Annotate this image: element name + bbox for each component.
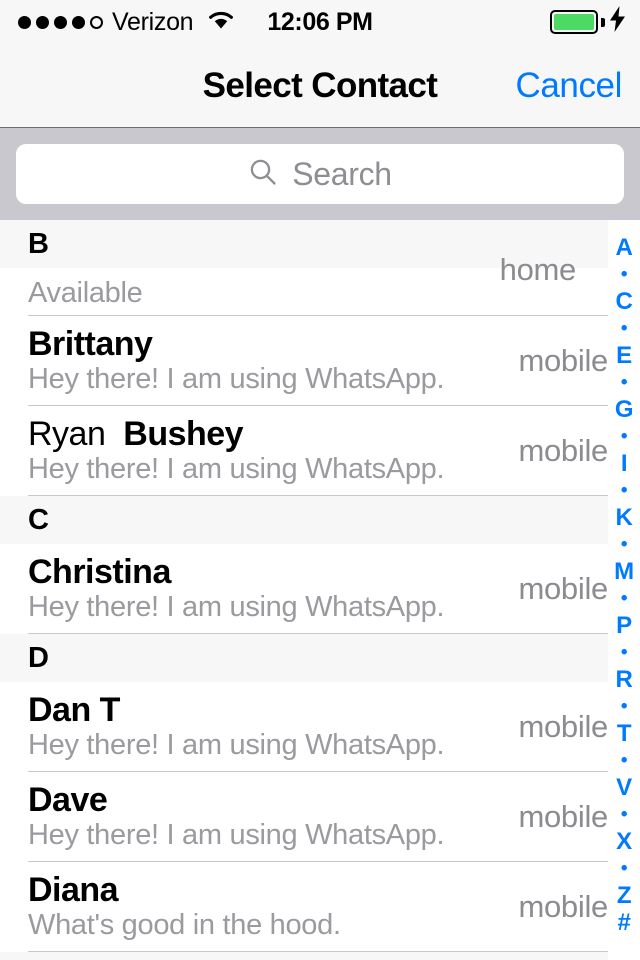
contact-name-single: Dave <box>28 781 108 820</box>
navigation-bar: Select Contact Cancel <box>0 44 640 128</box>
contact-row[interactable]: Dan T Hey there! I am using WhatsApp. mobi… <box>0 682 640 772</box>
section-header: H <box>0 952 608 960</box>
index-letter-x[interactable]: X <box>608 828 640 855</box>
contact-name: Ryan Bushey <box>28 415 518 453</box>
index-letter-a[interactable]: A <box>608 234 640 261</box>
search-placeholder: Search <box>292 155 392 192</box>
index-letter-#[interactable]: # <box>608 909 640 936</box>
index-bullet[interactable]: • <box>608 693 640 720</box>
contact-row[interactable]: Diana What's good in the hood. mobile <box>0 862 640 952</box>
contact-name-single: Christina <box>28 553 171 592</box>
contact-phone-label: home <box>499 252 577 287</box>
index-letter-z[interactable]: Z <box>608 882 640 909</box>
search-icon <box>248 157 278 192</box>
status-bar-clock: 12:06 PM <box>267 7 373 36</box>
index-bullet[interactable]: • <box>608 315 640 342</box>
contact-name-single: Dan T <box>28 691 120 730</box>
index-letter-g[interactable]: G <box>608 396 640 423</box>
index-letter-p[interactable]: P <box>608 612 640 639</box>
contact-family-name: Bushey <box>123 415 244 454</box>
cancel-button[interactable]: Cancel <box>515 66 622 106</box>
index-bullet[interactable]: • <box>608 855 640 882</box>
index-letter-r[interactable]: R <box>608 666 640 693</box>
contact-row-text: Diana What's good in the hood. <box>28 871 518 942</box>
index-letter-k[interactable]: K <box>608 504 640 531</box>
contact-row-text: Dave Hey there! I am using WhatsApp. <box>28 781 518 852</box>
index-bullet[interactable]: • <box>608 801 640 828</box>
contact-status-text: Hey there! I am using WhatsApp. <box>28 453 445 486</box>
alphabet-index-bar[interactable]: A • C • E • G • I • K • M • P • R • T • V • X • Z # <box>608 220 640 960</box>
contact-name: Brittany <box>28 325 518 363</box>
index-bullet[interactable]: • <box>608 423 640 450</box>
index-letter-i[interactable]: I <box>608 450 640 477</box>
contact-row-text: Brittany Hey there! I am using WhatsApp. <box>28 325 518 396</box>
index-bullet[interactable]: • <box>608 747 640 774</box>
contact-status-text: Hey there! I am using WhatsApp. <box>28 729 445 762</box>
index-letter-t[interactable]: T <box>608 720 640 747</box>
contact-row-text: Ryan Bushey Hey there! I am using WhatsAp… <box>28 415 518 486</box>
contact-status-text: Hey there! I am using WhatsApp. <box>28 819 445 852</box>
index-bullet[interactable]: • <box>608 261 640 288</box>
index-bullet[interactable]: • <box>608 477 640 504</box>
contact-given-name: Ryan <box>28 415 124 454</box>
contact-row[interactable]: Dave Hey there! I am using WhatsApp. mobil… <box>0 772 640 862</box>
index-letter-c[interactable]: C <box>608 288 640 315</box>
section-header: D <box>0 634 608 682</box>
row-separator <box>28 495 608 496</box>
contact-status-text: Hey there! I am using WhatsApp. <box>28 591 445 624</box>
contact-row[interactable]: Brittany Hey there! I am using WhatsApp. m… <box>0 316 640 406</box>
status-bar: Verizon 12:06 PM <box>0 0 640 44</box>
contact-status-text: What's good in the hood. <box>28 909 341 942</box>
contact-row-text: Christina Hey there! I am using WhatsApp. <box>28 553 518 624</box>
search-input[interactable]: Search <box>16 144 624 204</box>
contact-list[interactable]: B Available home Brittany Hey there! I am us… <box>0 220 640 960</box>
contact-name: Dan T <box>28 691 518 729</box>
contact-name-single: Diana <box>28 871 119 910</box>
row-separator <box>28 951 608 952</box>
contact-name: Dave <box>28 781 518 819</box>
index-bullet[interactable]: • <box>608 369 640 396</box>
row-separator <box>28 633 608 634</box>
index-bullet[interactable]: • <box>608 639 640 666</box>
search-bar-container: Search <box>0 128 640 220</box>
index-bullet[interactable]: • <box>608 585 640 612</box>
index-letter-m[interactable]: M <box>608 558 640 585</box>
contact-row[interactable]: Available home <box>0 252 640 316</box>
section-header: C <box>0 496 608 544</box>
contact-status-text: Hey there! I am using WhatsApp. <box>28 363 445 396</box>
index-letter-v[interactable]: V <box>608 774 640 801</box>
contact-name: Diana <box>28 871 518 909</box>
contact-name-single: Brittany <box>28 325 153 364</box>
contact-row-text: Dan T Hey there! I am using WhatsApp. <box>28 691 518 762</box>
contact-list-body: B Available home Brittany Hey there! I am us… <box>0 220 640 960</box>
contact-row[interactable]: Ryan Bushey Hey there! I am using WhatsAp… <box>0 406 640 496</box>
index-bullet[interactable]: • <box>608 531 640 558</box>
contact-row[interactable]: Christina Hey there! I am using WhatsApp.… <box>0 544 640 634</box>
contact-name: Christina <box>28 553 518 591</box>
index-letter-e[interactable]: E <box>608 342 640 369</box>
